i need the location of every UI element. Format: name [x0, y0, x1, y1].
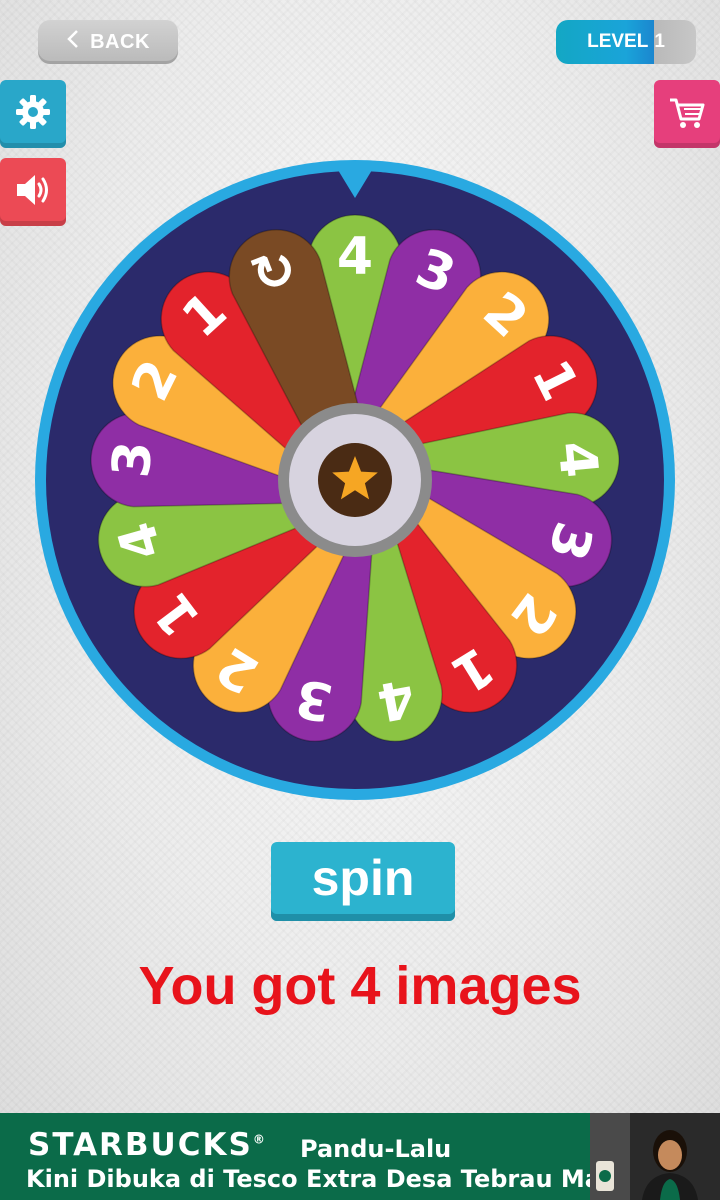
wheel-segment-label: 4	[546, 439, 609, 481]
shop-cart-button[interactable]	[654, 80, 720, 148]
spin-button[interactable]: spin	[271, 842, 455, 921]
shopping-cart-icon	[667, 92, 707, 137]
level-number: 1	[654, 31, 665, 52]
gear-icon	[13, 92, 53, 137]
ad-banner[interactable]: STARBUCKS® Pandu-Lalu Kini Dibuka di Tes…	[0, 1113, 720, 1200]
prize-wheel[interactable]: 4 3 2 1 4 3 2 1 4 3 2 1 4 3 2 1 ↻	[30, 160, 680, 800]
ad-photo	[590, 1113, 720, 1200]
ad-brand-name: STARBUCKS	[28, 1127, 253, 1163]
level-label: LEVEL	[587, 31, 649, 52]
ad-location: Pandu-Lalu	[300, 1135, 452, 1163]
ad-trademark: ®	[252, 1132, 265, 1147]
settings-button[interactable]	[0, 80, 66, 148]
ad-brand: STARBUCKS®	[28, 1127, 265, 1163]
result-message: You got 4 images	[138, 956, 582, 1016]
wheel-segment-label: 4	[337, 227, 373, 287]
wheel-segment-label: 3	[101, 439, 164, 481]
chevron-left-icon	[66, 28, 80, 56]
ad-tagline: Kini Dibuka di Tesco Extra Desa Tebrau M…	[26, 1165, 618, 1193]
level-badge: LEVEL 1	[556, 20, 696, 64]
back-label: BACK	[90, 30, 150, 53]
back-button[interactable]: BACK	[38, 20, 178, 64]
